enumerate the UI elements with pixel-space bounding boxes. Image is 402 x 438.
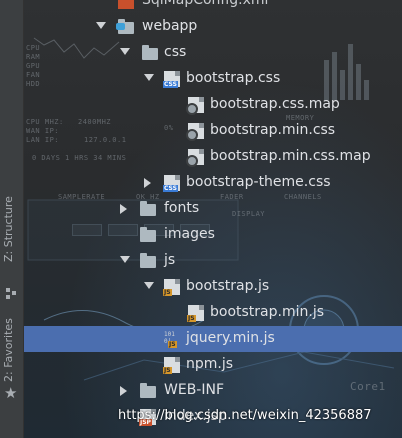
tool-window-strip: Z: Structure 2: Favorites ★ [0,0,24,438]
tree-item-label: bootstrap.css [186,70,281,86]
tree-item-label: images [164,226,215,242]
tree-item-label: bootstrap.min.css.map [210,148,371,164]
tree-item-label: jquery.min.js [186,330,275,346]
tree-item-label: js [164,252,176,268]
js-file-icon: JS [163,357,180,374]
ide-window: CPU RAM GPU FAN HDD CPU MHZ: 2400MHZ WAN… [0,0,402,438]
tree-item-label: bootstrap.min.css [210,122,336,138]
tree-item-label: css [164,44,187,60]
tree-row[interactable]: fonts [24,196,402,222]
tree-row[interactable]: 101 0|JS jquery.min.js [24,326,402,352]
tree-row[interactable]: css [24,40,402,66]
xml-file-icon [118,0,134,9]
tree-row[interactable]: CSS bootstrap.css [24,66,402,92]
map-file-icon [186,123,204,141]
tree-row[interactable]: JS bootstrap.min.js [24,300,402,326]
tree-row[interactable]: CSS bootstrap-theme.css [24,170,402,196]
tree-row[interactable]: images [24,222,402,248]
folder-icon [140,383,156,398]
tree-item-label: npm.js [186,356,234,372]
chevron-down-icon[interactable] [120,256,130,263]
tree-row[interactable]: JS bootstrap.js [24,274,402,300]
css-file-icon: CSS [163,71,180,88]
structure-label: Z: Structure [2,196,15,262]
tree-item-label: webapp [142,18,198,34]
tree-item-label: bootstrap.js [186,278,270,294]
folder-icon [142,45,158,60]
tree-row[interactable]: bootstrap.css.map [24,92,402,118]
binary-js-file-icon: 101 0|JS [164,331,177,348]
folder-icon [140,253,156,268]
tree-item-label: bootstrap.min.js [210,304,324,320]
js-file-icon: JS [163,279,180,296]
folder-icon [140,201,156,216]
folder-icon [140,227,156,242]
chevron-right-icon[interactable] [120,386,127,396]
chevron-down-icon[interactable] [96,22,106,29]
tree-row[interactable]: SqlMapConfig.xml [24,0,402,14]
watermark: https://blog.csdn.net/weixin_42356887 [118,408,372,423]
chevron-down-icon[interactable] [144,74,154,81]
project-tree: SqlMapConfig.xml webapp css CSS bootstrap.cs… [24,0,402,438]
chevron-down-icon[interactable] [144,282,154,289]
tree-item-label: bootstrap.css.map [210,96,340,112]
map-file-icon [186,97,204,115]
css-file-icon: CSS [163,175,180,192]
structure-icon [6,288,17,299]
tree-row[interactable]: webapp [24,14,402,40]
web-folder-icon [116,19,134,34]
structure-tool-button[interactable]: Z: Structure [2,196,15,262]
tree-row[interactable]: bootstrap.min.css.map [24,144,402,170]
star-icon: ★ [4,384,18,402]
map-file-icon [186,149,204,167]
chevron-down-icon[interactable] [120,48,130,55]
tree-item-label: SqlMapConfig.xml [142,0,269,8]
tree-row[interactable]: WEB-INF [24,378,402,404]
tree-item-label: bootstrap-theme.css [186,174,331,190]
favorites-tool-button[interactable]: 2: Favorites [2,318,15,382]
tree-row[interactable]: JS npm.js [24,352,402,378]
tree-row[interactable]: bootstrap.min.css [24,118,402,144]
js-file-icon: JS [187,305,204,322]
chevron-right-icon[interactable] [144,178,151,188]
tree-item-label: WEB-INF [164,382,224,398]
tree-item-label: fonts [164,200,200,216]
favorites-label: 2: Favorites [2,318,15,382]
chevron-right-icon[interactable] [120,204,127,214]
tree-row[interactable]: js [24,248,402,274]
